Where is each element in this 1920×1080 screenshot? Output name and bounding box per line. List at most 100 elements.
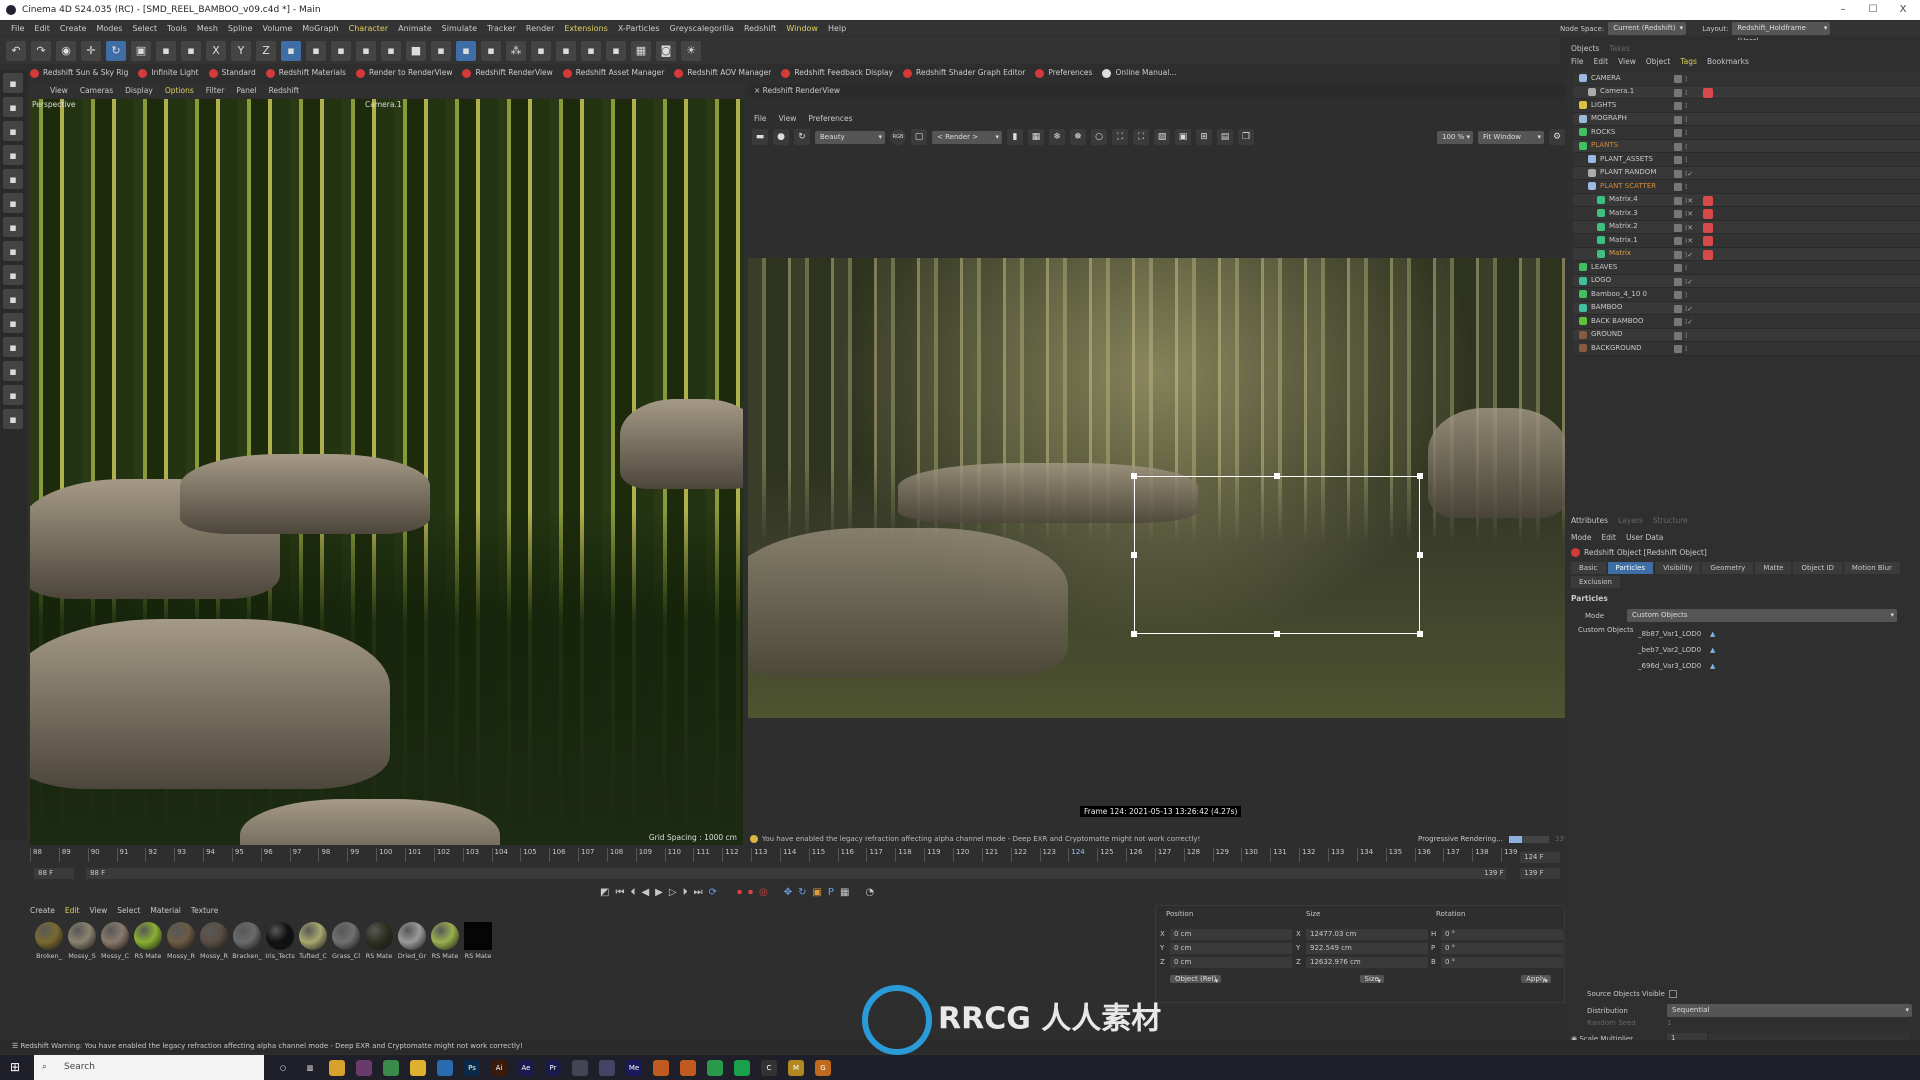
apply-button[interactable]: Apply xyxy=(1521,975,1551,983)
shelf-redshift-sun-sky-rig[interactable]: Redshift Sun & Sky Rig xyxy=(30,66,128,80)
render-dots-icon[interactable]: ⁞ xyxy=(1685,141,1687,155)
pen-icon[interactable]: ▪ xyxy=(431,40,451,61)
render-region-box[interactable] xyxy=(1131,473,1423,637)
current-frame-field[interactable]: 124 F xyxy=(1520,852,1560,863)
close-button[interactable]: X xyxy=(1888,0,1918,20)
size-y[interactable]: 922.549 cm xyxy=(1306,943,1428,954)
visibility-toggle[interactable] xyxy=(1674,237,1682,245)
render-toggle-icon[interactable]: ● xyxy=(773,129,789,145)
seed-field[interactable]: 1 xyxy=(1667,1019,1671,1027)
taskbar-app-me[interactable]: Me xyxy=(626,1059,642,1076)
object-menu-edit[interactable]: Edit xyxy=(1594,57,1609,66)
snap-icon[interactable]: ▪ xyxy=(3,361,23,381)
material-item[interactable]: Mossy_R xyxy=(166,922,196,960)
x-axis-icon[interactable]: X xyxy=(206,40,226,61)
menu-redshift[interactable]: Redshift xyxy=(739,21,781,36)
taskbar-app-ai[interactable]: Ai xyxy=(491,1059,507,1076)
floor-icon[interactable]: ▦ xyxy=(631,40,651,61)
mode-select[interactable]: Custom Objects xyxy=(1627,609,1897,622)
rotation-h[interactable]: 0 ° xyxy=(1441,929,1563,940)
shelf-redshift-aov-manager[interactable]: Redshift AOV Manager xyxy=(674,66,771,80)
image-icon[interactable]: ▣ xyxy=(1175,129,1191,145)
rotate-key-icon[interactable]: ↻ xyxy=(798,887,806,898)
redshift-tag-icon[interactable] xyxy=(1703,195,1713,206)
redshift-tag-icon[interactable] xyxy=(1703,209,1713,219)
render-dots-icon[interactable]: ⁞✕ xyxy=(1685,208,1693,222)
render-dots-icon[interactable]: ⁞ xyxy=(1685,330,1687,344)
attr-tab-layers[interactable]: Layers xyxy=(1618,516,1643,525)
next-key-icon[interactable]: ⏵ xyxy=(683,887,688,898)
lock-icon[interactable]: ▮ xyxy=(1007,129,1023,145)
object-menu-view[interactable]: View xyxy=(1618,57,1636,66)
clapper-icon[interactable]: ▬ xyxy=(752,129,768,145)
visibility-toggle[interactable] xyxy=(1674,196,1682,205)
object-row-camera-1[interactable]: Camera.1 ⁞ xyxy=(1573,85,1920,99)
prev-frame-icon[interactable]: ◀ xyxy=(641,887,649,898)
menu-window[interactable]: Window xyxy=(781,21,823,36)
coordinate-system-icon[interactable]: ▪ xyxy=(281,40,301,61)
redshift-tag-icon[interactable] xyxy=(1703,249,1713,260)
position-y[interactable]: 0 cm xyxy=(1170,943,1292,954)
material-item[interactable]: Mossy_R xyxy=(199,922,229,960)
viewport-menu-display[interactable]: Display xyxy=(125,84,153,98)
object-tab-objects[interactable]: Objects xyxy=(1571,44,1599,53)
redshift-icon[interactable]: ▪ xyxy=(3,385,23,405)
param-key-icon[interactable]: P xyxy=(828,887,834,898)
visibility-toggle[interactable] xyxy=(1674,102,1682,110)
attr-menu-edit[interactable]: Edit xyxy=(1601,533,1616,542)
material-menu-edit[interactable]: Edit xyxy=(65,906,80,915)
subdivision-icon[interactable]: ▪ xyxy=(456,40,476,61)
object-menu-tags[interactable]: Tags xyxy=(1680,57,1697,66)
fit-select[interactable]: Fit Window xyxy=(1478,130,1544,144)
region-icon[interactable]: ▢ xyxy=(911,129,927,145)
cortana-icon[interactable]: ○ xyxy=(275,1060,291,1076)
object-row-logo[interactable]: LOGO ⁞✓ xyxy=(1573,274,1920,288)
taskbar-app-spotify[interactable] xyxy=(734,1059,750,1076)
rgb-button[interactable]: RGB xyxy=(890,129,906,145)
object-row-plant-scatter[interactable]: PLANT SCATTER ⁞ xyxy=(1573,180,1920,194)
menu-create[interactable]: Create xyxy=(55,21,92,36)
taskbar-app-chrome[interactable] xyxy=(329,1059,345,1076)
shelf-redshift-asset-manager[interactable]: Redshift Asset Manager xyxy=(562,66,664,80)
redo-icon[interactable]: ↷ xyxy=(31,40,51,61)
visibility-toggle[interactable] xyxy=(1674,264,1682,272)
viewport-menu-redshift[interactable]: Redshift xyxy=(269,84,299,98)
taskbar-app-mail[interactable] xyxy=(437,1059,453,1076)
node-space-select[interactable]: Current (Redshift) xyxy=(1608,22,1687,35)
material-item[interactable]: Grass_Cl xyxy=(331,922,361,960)
menu-modes[interactable]: Modes xyxy=(91,21,127,36)
redshift-tag-icon[interactable] xyxy=(1703,222,1713,233)
render-dots-icon[interactable]: ⁞ xyxy=(1685,100,1687,114)
viewport-menu-options[interactable]: Options xyxy=(165,84,194,98)
menu-mograph[interactable]: MoGraph xyxy=(297,21,343,36)
shelf-preferences[interactable]: Preferences xyxy=(1035,66,1092,80)
material-item[interactable]: Broken_ xyxy=(34,922,64,960)
shelf-render-to-renderview[interactable]: Render to RenderView xyxy=(355,66,452,80)
zoom-field[interactable]: 100 % xyxy=(1437,130,1473,144)
object-row-matrix-2[interactable]: Matrix.2 ⁞✕ xyxy=(1573,220,1920,234)
keyframe-icon[interactable]: ◩ xyxy=(600,887,609,898)
menu-render[interactable]: Render xyxy=(521,21,559,36)
maximize-button[interactable]: ☐ xyxy=(1858,0,1888,20)
environment-icon[interactable]: ▪ xyxy=(606,40,626,61)
volume-icon[interactable]: ▪ xyxy=(556,40,576,61)
material-item[interactable]: RS Mate xyxy=(133,922,163,960)
render-dots-icon[interactable]: ⁞✕ xyxy=(1685,235,1693,249)
polygon-icon[interactable]: ▪ xyxy=(3,169,23,189)
object-row-bamboo[interactable]: BAMBOO ⁞✓ xyxy=(1573,301,1920,315)
menu-tools[interactable]: Tools xyxy=(162,21,192,36)
object-row-plant-random[interactable]: PLANT RANDOM ⁞✓ xyxy=(1573,166,1920,180)
menu-mesh[interactable]: Mesh xyxy=(192,21,223,36)
object-row-plants[interactable]: PLANTS ⁞ xyxy=(1573,139,1920,155)
taskbar-search[interactable]: ⌕ Search xyxy=(34,1055,264,1080)
prev-key-icon[interactable]: ⏴ xyxy=(630,887,635,898)
render-dots-icon[interactable]: ⁞ xyxy=(1685,343,1687,357)
render-region-icon[interactable]: ▪ xyxy=(306,40,326,61)
keyselection-icon[interactable]: ◎ xyxy=(759,887,768,898)
material-menu-texture[interactable]: Texture xyxy=(191,906,218,915)
object-row-plant-assets[interactable]: PLANT_ASSETS ⁞ xyxy=(1573,153,1920,167)
section-tab-visibility[interactable]: Visibility xyxy=(1655,562,1701,574)
rotate-icon[interactable]: ▪ xyxy=(3,121,23,141)
section-tab-matte[interactable]: Matte xyxy=(1755,562,1792,574)
live-select-icon[interactable]: ▪ xyxy=(156,40,176,61)
